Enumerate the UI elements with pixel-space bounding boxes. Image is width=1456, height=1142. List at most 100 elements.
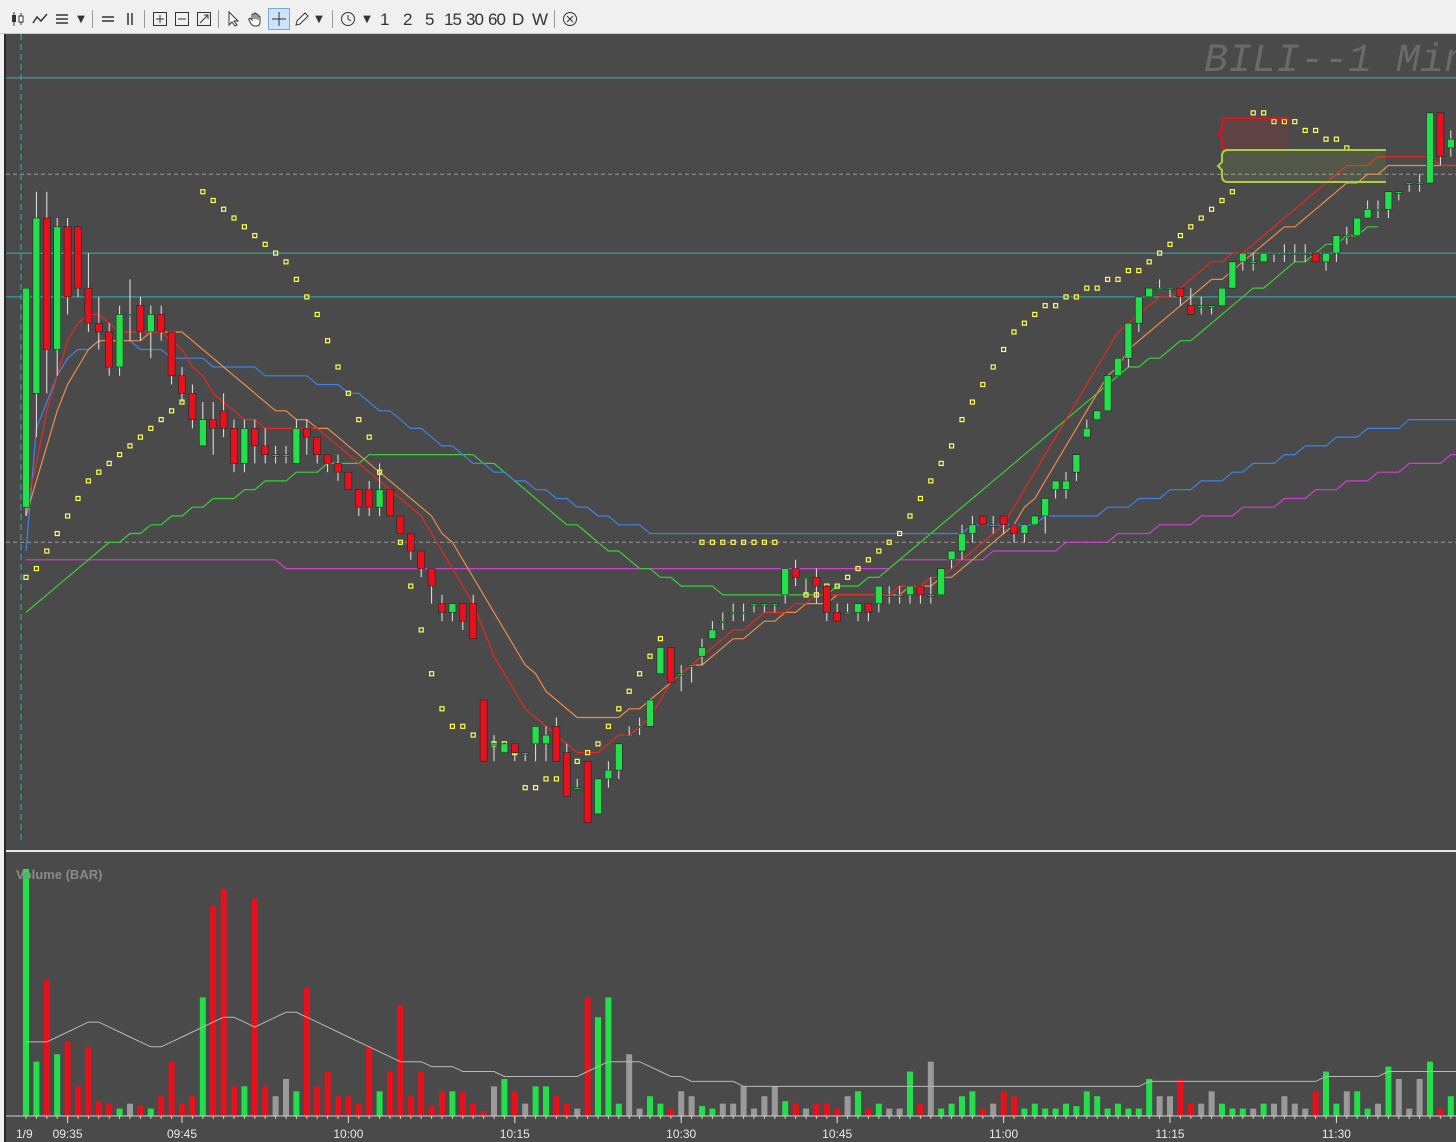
candle-body <box>479 699 488 762</box>
time-axis-label: 10:00 <box>333 1127 363 1141</box>
candle-body <box>271 454 280 457</box>
candle-body <box>1010 524 1018 534</box>
chevron-down-icon[interactable]: ▼ <box>360 8 374 30</box>
volume-bar <box>948 1103 955 1116</box>
candle-body <box>1353 217 1361 236</box>
crosshair-icon[interactable] <box>268 8 290 30</box>
sar-dot <box>1198 215 1204 221</box>
volume-bar <box>667 1108 674 1116</box>
volume-bar <box>844 1096 851 1116</box>
interval-1[interactable]: 1 <box>380 10 390 30</box>
chevron-down-icon[interactable]: ▼ <box>312 8 326 30</box>
pointer-icon[interactable] <box>224 8 244 30</box>
bar-style-icon[interactable] <box>52 8 72 30</box>
candle-body <box>1020 524 1029 534</box>
sar-dot <box>1115 276 1121 282</box>
candle-body <box>895 594 904 597</box>
sar-dot <box>751 539 757 545</box>
candle-body <box>521 752 530 755</box>
interval-week[interactable]: W <box>532 10 548 30</box>
sar-dot <box>449 723 455 729</box>
sar-dot <box>283 259 289 265</box>
candle-body <box>188 393 197 420</box>
line-chart-icon[interactable] <box>30 8 50 30</box>
candle-body <box>1145 287 1153 298</box>
chevron-down-icon[interactable]: ▼ <box>74 8 88 30</box>
volume-bar <box>813 1103 820 1116</box>
zoom-in-icon[interactable] <box>150 8 170 30</box>
volume-bar <box>896 1108 903 1116</box>
interval-5[interactable]: 5 <box>425 10 435 30</box>
vertical-lines-icon[interactable] <box>120 8 140 30</box>
interval-15[interactable]: 15 <box>444 10 462 30</box>
candle-body <box>854 603 862 613</box>
volume-bar <box>1416 1078 1423 1116</box>
close-circle-icon[interactable] <box>560 8 580 30</box>
volume-bar <box>792 1103 799 1116</box>
time-axis: 09:35 09:45 10:00 10:15 10:30 10:45 11:00 11:15… <box>6 1115 1456 1141</box>
interval-60[interactable]: 60 <box>488 10 506 30</box>
chart-canvas[interactable]: BILI--1 Min Volume (BAR) 09:35 09:45 10:00… <box>6 34 1456 1142</box>
zoom-fit-icon[interactable] <box>194 8 214 30</box>
volume-bar <box>1167 1096 1173 1116</box>
candle-body <box>1384 191 1393 210</box>
candle-body <box>365 489 374 508</box>
sar-dot <box>85 478 92 484</box>
sar-dot <box>657 636 664 642</box>
sar-dot <box>408 583 414 589</box>
chart-frame[interactable]: BILI--1 Min Volume (BAR) 09:35 09:45 10:00… <box>4 34 1456 1142</box>
candle-body <box>542 734 550 745</box>
candle-body <box>999 515 1008 526</box>
zoom-out-icon[interactable] <box>172 8 192 30</box>
candle-body <box>926 594 935 597</box>
clock-icon[interactable] <box>338 8 358 30</box>
candles <box>22 112 1455 824</box>
candle-body <box>739 612 748 615</box>
sar-dot <box>553 776 560 782</box>
sar-dot <box>865 557 872 563</box>
volume-bar <box>1260 1103 1267 1116</box>
horizontal-lines-icon[interactable] <box>98 8 118 30</box>
sar-dot <box>1292 119 1298 125</box>
volume-bar <box>865 1108 872 1116</box>
volume-bar <box>220 888 227 1116</box>
date-label: 1/9 <box>16 1127 33 1141</box>
volume-bar <box>740 1086 747 1116</box>
candle-body <box>1207 305 1216 308</box>
volume-bar <box>1281 1096 1288 1116</box>
candle-body <box>490 743 498 746</box>
sar-dot <box>917 495 924 502</box>
interval-30[interactable]: 30 <box>466 10 484 30</box>
candle-body <box>1343 235 1351 238</box>
interval-day[interactable]: D <box>512 10 524 30</box>
volume-bar <box>168 1061 175 1116</box>
candle-body <box>906 585 914 596</box>
sar-dot <box>1146 259 1152 265</box>
sar-dot <box>252 232 258 239</box>
volume-bar <box>1000 1091 1007 1116</box>
sar-dot <box>772 539 778 545</box>
candle-body <box>1447 138 1455 149</box>
sar-dot <box>96 469 102 475</box>
candle-body <box>115 314 124 368</box>
sar-dot <box>959 416 965 423</box>
sar-dot <box>314 311 320 318</box>
volume-bar <box>158 1096 165 1116</box>
candle-body <box>84 287 93 324</box>
hand-icon[interactable] <box>246 8 266 30</box>
volume-bar <box>283 1078 289 1116</box>
pencil-icon[interactable] <box>292 8 312 30</box>
sar-dot <box>75 495 81 502</box>
candlestick-icon[interactable] <box>8 8 28 30</box>
volume-bar <box>647 1096 653 1116</box>
sar-dot <box>616 706 622 712</box>
candle-body <box>292 428 301 464</box>
volume-bar <box>1146 1078 1153 1116</box>
candle-body <box>989 524 998 527</box>
toolbar-separator <box>144 10 145 28</box>
volume-bar <box>626 1054 633 1116</box>
candle-body <box>500 743 509 753</box>
volume-bar <box>1219 1103 1225 1116</box>
volume-bar <box>33 1061 40 1116</box>
interval-2[interactable]: 2 <box>403 10 413 30</box>
